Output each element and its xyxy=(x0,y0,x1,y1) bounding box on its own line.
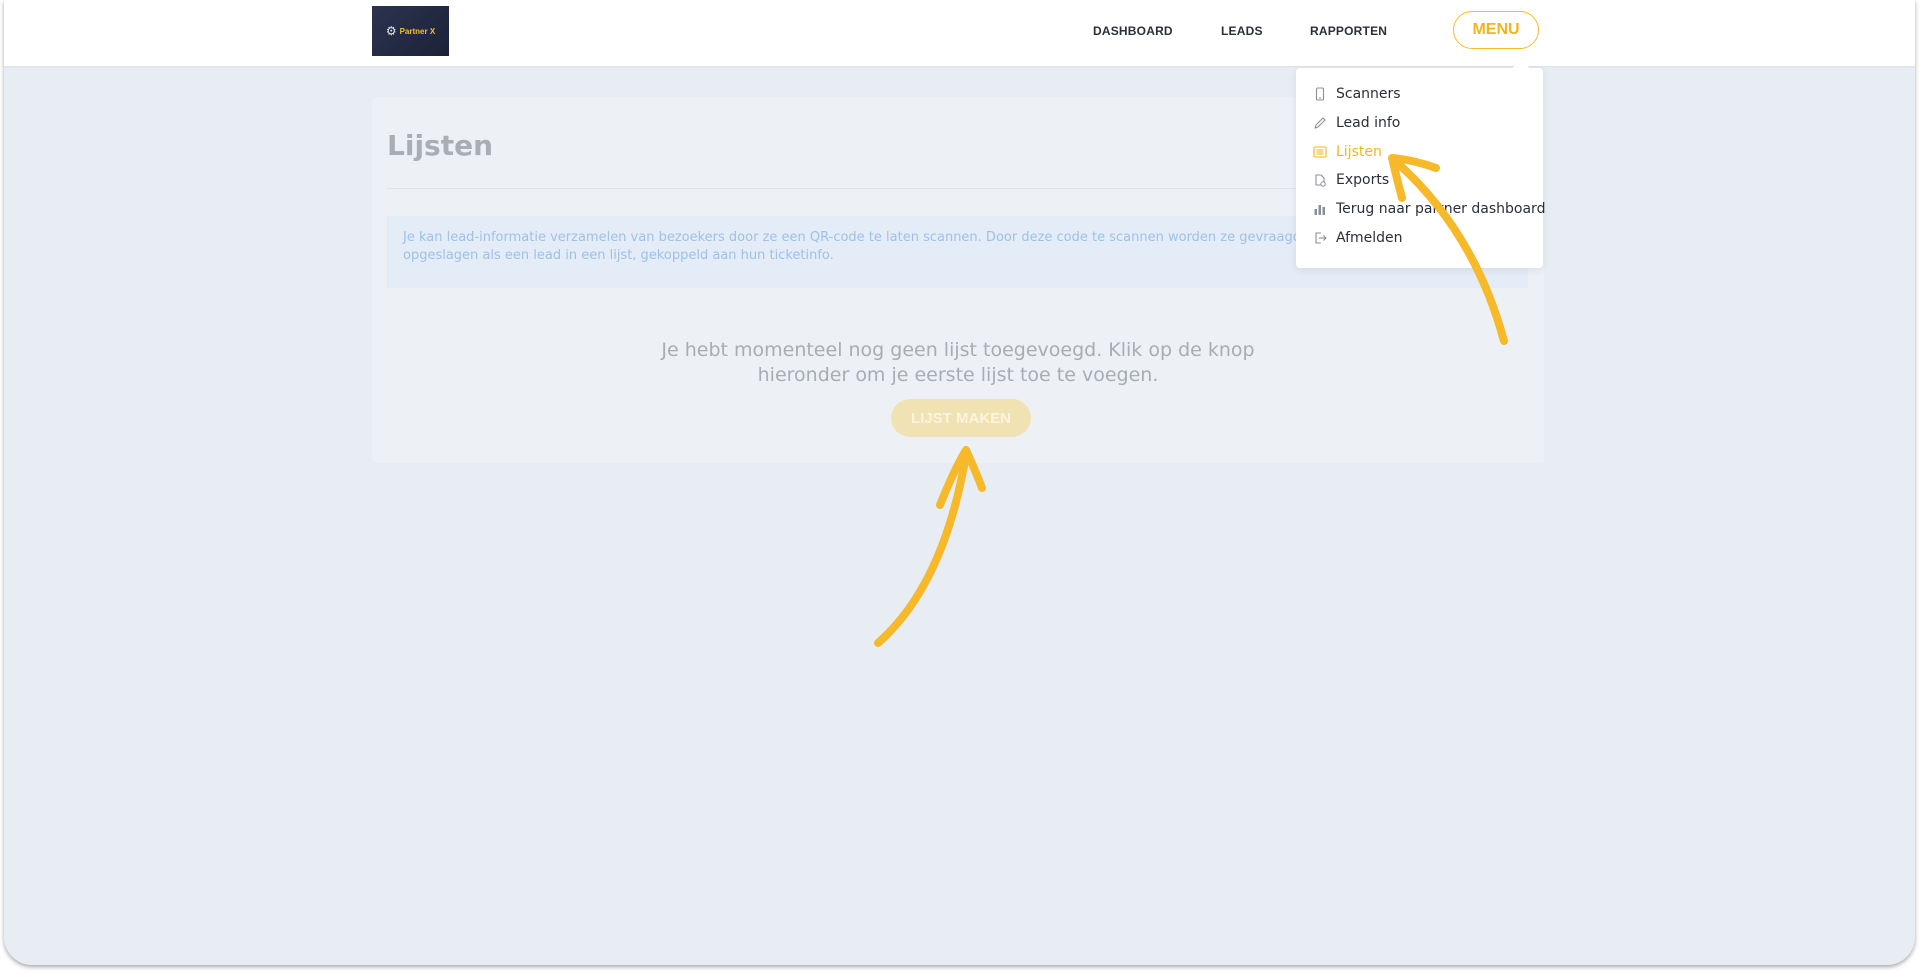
bar-chart-icon xyxy=(1314,205,1325,215)
menu-button[interactable]: MENU xyxy=(1453,11,1539,49)
menu-item-back-to-partner-dashboard[interactable]: Terug naar partner dashboard xyxy=(1313,198,1545,220)
menu-item-label: Exports xyxy=(1336,172,1390,188)
gear-icon: ⚙ xyxy=(385,24,397,38)
menu-item-lists[interactable]: Lijsten xyxy=(1313,141,1382,163)
menu-item-label: Lijsten xyxy=(1336,144,1382,160)
nav-reports-link[interactable]: RAPPORTEN xyxy=(1310,24,1387,38)
export-icon xyxy=(1315,174,1326,187)
top-navigation-bar: ⚙ Partner X DASHBOARD LEADS RAPPORTEN ME… xyxy=(4,0,1915,66)
menu-dropdown: Scanners Lead info Lijsten Exports Terug… xyxy=(1296,59,1545,268)
empty-state-line-2: hieronder om je eerste lijst toe te voeg… xyxy=(757,364,1159,386)
menu-item-scanners[interactable]: Scanners xyxy=(1313,83,1401,105)
create-list-button[interactable]: LIJST MAKEN xyxy=(891,399,1031,437)
app-frame: ⚙ Partner X DASHBOARD LEADS RAPPORTEN ME… xyxy=(4,0,1915,965)
menu-item-label: Terug naar partner dashboard xyxy=(1336,201,1546,217)
logout-icon xyxy=(1315,232,1327,244)
menu-item-label: Lead info xyxy=(1336,115,1401,131)
empty-state-message: Je hebt momenteel nog geen lijst toegevo… xyxy=(372,338,1544,388)
menu-item-label: Afmelden xyxy=(1336,230,1403,246)
menu-item-logout[interactable]: Afmelden xyxy=(1313,227,1403,249)
menu-item-lead-info[interactable]: Lead info xyxy=(1313,112,1400,134)
menu-item-label: Scanners xyxy=(1336,86,1401,102)
logo-text: Partner X xyxy=(399,26,436,36)
nav-leads-link[interactable]: LEADS xyxy=(1221,24,1263,38)
phone-icon xyxy=(1315,87,1325,101)
empty-state-line-1: Je hebt momenteel nog geen lijst toegevo… xyxy=(661,339,1255,361)
page-title: Lijsten xyxy=(387,129,494,162)
pencil-icon xyxy=(1314,117,1326,129)
list-icon xyxy=(1313,146,1327,158)
annotation-arrow-to-create-button xyxy=(874,446,986,647)
menu-item-exports[interactable]: Exports xyxy=(1313,169,1389,191)
partner-logo[interactable]: ⚙ Partner X xyxy=(372,6,449,56)
nav-dashboard-link[interactable]: DASHBOARD xyxy=(1093,24,1173,38)
